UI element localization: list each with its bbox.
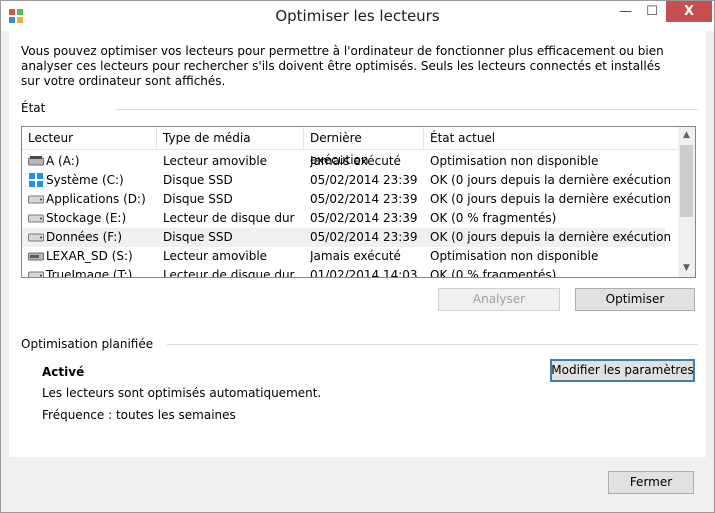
scroll-up-arrow-icon[interactable]: ▲: [678, 127, 695, 144]
drive-media-type: Lecteur de disque dur: [163, 268, 295, 278]
intro-text: Vous pouvez optimiser vos lecteurs pour …: [21, 44, 664, 88]
drive-row-selected[interactable]: Données (F:) Disque SSD 05/02/2014 23:39…: [22, 228, 670, 247]
optimiser-button[interactable]: Optimiser: [575, 288, 695, 311]
drive-status: OK (0 % fragmentés): [430, 268, 557, 278]
minimize-button[interactable]: —: [612, 1, 639, 22]
floppy-drive-icon: [28, 156, 44, 166]
drive-status: Optimisation non disponible: [430, 154, 599, 168]
drive-last-run: Jamais exécuté: [310, 154, 401, 168]
drives-list-scrollbar[interactable]: ▲ ▼: [678, 127, 695, 277]
drive-media-type: Disque SSD: [163, 173, 233, 187]
removable-drive-icon: [28, 252, 44, 261]
drive-last-run: 05/02/2014 23:39: [310, 173, 418, 187]
scheduled-status: Activé: [42, 365, 85, 379]
fermer-button[interactable]: Fermer: [608, 471, 694, 494]
hard-drive-icon: [28, 233, 44, 242]
drive-row[interactable]: Stockage (E:) Lecteur de disque dur 05/0…: [22, 209, 665, 228]
window-title: Optimiser les lecteurs: [275, 7, 440, 25]
drive-name: LEXAR_SD (S:): [46, 249, 133, 263]
drive-name: A (A:): [46, 154, 80, 168]
column-header-derniere-execution[interactable]: Dernière exécution: [304, 127, 424, 167]
drive-last-run: 05/02/2014 23:39: [310, 192, 418, 206]
drive-name: Système (C:): [46, 173, 124, 187]
title-bar[interactable]: Optimiser les lecteurs — ☐ X: [1, 1, 714, 31]
scheduled-description: Les lecteurs sont optimisés automatiquem…: [42, 386, 322, 400]
drive-name: Applications (D:): [46, 192, 146, 206]
scheduled-section-label: Optimisation planifiée: [21, 337, 154, 351]
hard-drive-icon: [28, 195, 44, 204]
column-header-etat-actuel[interactable]: État actuel: [424, 127, 678, 149]
scroll-down-arrow-icon[interactable]: ▼: [678, 260, 695, 277]
modifier-parametres-button[interactable]: Modifier les paramètres: [550, 359, 695, 382]
drive-status: OK (0 jours depuis la dernière exécution…: [430, 173, 670, 187]
scheduled-frequency: Fréquence : toutes les semaines: [42, 408, 236, 422]
footer-bar: Fermer: [1, 459, 714, 512]
hard-drive-icon: [28, 271, 44, 277]
maximize-button[interactable]: ☐: [639, 1, 665, 22]
drive-media-type: Lecteur de disque dur: [163, 211, 295, 225]
drive-status: Optimisation non disponible: [430, 249, 599, 263]
hard-drive-icon: [28, 214, 44, 223]
optimize-drives-window: Optimiser les lecteurs — ☐ X Vous pouvez…: [0, 0, 715, 513]
drive-media-type: Disque SSD: [163, 230, 233, 244]
drive-row[interactable]: A (A:) Lecteur amovible Jamais exécuté O…: [22, 152, 665, 171]
drive-row[interactable]: TrueImage (T:) Lecteur de disque dur 01/…: [22, 266, 665, 278]
etat-section-label: État: [21, 101, 46, 115]
drive-status: OK (0 jours depuis la dernière exécution…: [430, 192, 670, 206]
drive-name: Stockage (E:): [46, 211, 127, 225]
drive-media-type: Lecteur amovible: [163, 249, 268, 263]
column-header-type[interactable]: Type de média: [157, 127, 304, 149]
drive-name: Données (F:): [46, 230, 123, 244]
column-header-lecteur[interactable]: Lecteur: [22, 127, 157, 149]
windows-drive-icon: [29, 173, 43, 187]
scrollbar-thumb[interactable]: [680, 145, 693, 217]
drive-row[interactable]: Système (C:) Disque SSD 05/02/2014 23:39…: [22, 171, 670, 190]
drive-name: TrueImage (T:): [46, 268, 133, 278]
etat-separator: [116, 109, 698, 110]
drive-last-run: 05/02/2014 23:39: [310, 211, 418, 225]
drive-row[interactable]: Applications (D:) Disque SSD 05/02/2014 …: [22, 190, 670, 209]
analyser-button[interactable]: Analyser: [438, 288, 560, 311]
content-panel: Vous pouvez optimiser vos lecteurs pour …: [9, 31, 706, 457]
drive-media-type: Lecteur amovible: [163, 154, 268, 168]
drive-last-run: Jamais exécuté: [310, 249, 401, 263]
drive-status: OK (0 jours depuis la dernière exécution…: [430, 230, 670, 244]
drive-last-run: 01/02/2014 14:03: [310, 268, 418, 278]
drive-status: OK (0 % fragmentés): [430, 211, 557, 225]
drive-row[interactable]: LEXAR_SD (S:) Lecteur amovible Jamais ex…: [22, 247, 665, 266]
drive-last-run: 05/02/2014 23:39: [310, 230, 418, 244]
close-window-button[interactable]: X: [666, 1, 712, 22]
scheduled-separator: [167, 344, 698, 345]
drive-media-type: Disque SSD: [163, 192, 233, 206]
drives-list-header: Lecteur Type de média Dernière exécution…: [22, 127, 678, 167]
drives-list[interactable]: Lecteur Type de média Dernière exécution…: [21, 126, 696, 278]
